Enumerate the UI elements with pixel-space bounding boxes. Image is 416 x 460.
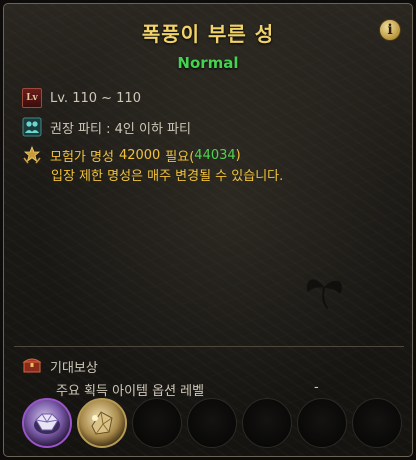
reward-header: 기대보상: [22, 356, 98, 376]
reward-slots: [22, 398, 407, 448]
reward-title: 기대보상: [50, 360, 98, 376]
gold-material-item-icon: [91, 411, 113, 435]
reward-slot-1[interactable]: [22, 398, 72, 448]
info-icon[interactable]: i: [379, 19, 401, 41]
section-divider: [14, 346, 404, 347]
party-icon: [22, 117, 42, 137]
fame-note-row: 입장 제한 명성은 매주 변경될 수 있습니다.: [51, 165, 283, 184]
reward-slot-6: [297, 398, 347, 448]
level-range-text: Lv. 110 ~ 110: [50, 90, 141, 106]
reward-slot-7: [352, 398, 402, 448]
party-requirement-row: 권장 파티 : 4인 이하 파티: [22, 117, 191, 137]
fame-label: 모험가 명성: [50, 149, 114, 165]
reward-slot-3: [132, 398, 182, 448]
fame-required-value: 42000: [118, 147, 161, 163]
party-recommendation-text: 권장 파티 : 4인 이하 파티: [50, 121, 191, 137]
fame-requirement-row: 모험가 명성 42000 필요( 44034 ): [22, 145, 241, 165]
level-icon: Lv: [22, 88, 42, 108]
fame-required-suffix: 필요(: [165, 149, 195, 165]
reward-slot-5: [242, 398, 292, 448]
fame-note-text: 입장 제한 명성은 매주 변경될 수 있습니다.: [51, 169, 284, 184]
fame-close-paren: ): [235, 147, 241, 163]
fame-current-value: 44034: [194, 147, 236, 163]
purple-gem-item-icon: [34, 413, 60, 434]
dungeon-tooltip: 폭풍이 부른 성 Normal i Lv Lv. 110 ~ 110 권장 파티…: [3, 3, 413, 457]
map-leaf-mark-icon: [306, 279, 343, 309]
reward-subtitle-row: 주요 획득 아이템 옵션 레벨 -: [56, 380, 319, 399]
fame-icon: [22, 145, 42, 165]
difficulty-label: Normal: [177, 54, 239, 72]
treasure-chest-icon: [22, 356, 42, 376]
reward-slot-4: [187, 398, 237, 448]
option-level-value: -: [314, 380, 319, 395]
reward-subtitle: 주요 획득 아이템 옵션 레벨: [56, 384, 205, 399]
dungeon-title: 폭풍이 부른 성: [141, 22, 275, 46]
reward-slot-2[interactable]: [77, 398, 127, 448]
level-requirement-row: Lv Lv. 110 ~ 110: [22, 88, 141, 108]
